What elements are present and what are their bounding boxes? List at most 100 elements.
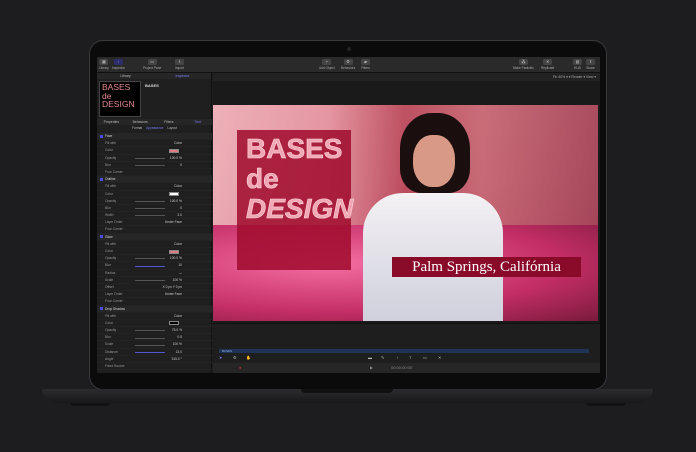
library-button[interactable]: ▦ Library (99, 59, 109, 70)
param-value[interactable]: 100.0 % (170, 155, 182, 162)
param-value[interactable]: 100 % (173, 341, 182, 348)
param-value[interactable]: 315.0 ° (172, 356, 183, 363)
param-slider[interactable] (135, 344, 165, 346)
param-slider[interactable] (135, 258, 165, 260)
param-value[interactable]: 75.0 % (172, 327, 182, 334)
hud-button[interactable]: ▤ HUD (573, 59, 582, 70)
tab-filters[interactable]: Filters (155, 119, 184, 125)
param-row[interactable]: Color (97, 147, 212, 155)
param-value[interactable]: 13.0 (176, 349, 182, 356)
param-row[interactable]: Scale 100 % (97, 277, 212, 284)
param-slider[interactable] (135, 157, 165, 159)
param-row[interactable]: Blur 0 (97, 205, 212, 213)
param-slider[interactable] (135, 265, 165, 267)
param-row[interactable]: Color (97, 248, 212, 256)
checkbox[interactable] (100, 177, 103, 181)
play-icon[interactable]: ▶ (370, 363, 373, 373)
param-row[interactable]: Layer Order Under Face (97, 291, 212, 299)
param-row[interactable]: Fill with Color (97, 140, 212, 148)
param-value[interactable]: Under Face (165, 291, 182, 298)
checkbox[interactable] (100, 134, 103, 138)
param-row[interactable]: Face (97, 133, 212, 141)
param-value[interactable]: 10 (178, 262, 182, 269)
param-slider[interactable] (135, 208, 165, 209)
pen-tool-icon[interactable]: ✎ (381, 355, 384, 360)
make-particles-button[interactable]: ⁂ Make Particles (513, 59, 534, 70)
text-tool-icon[interactable]: T (409, 355, 411, 360)
param-row[interactable]: Opacity 75.0 % (97, 327, 212, 335)
param-value[interactable]: Color (174, 241, 182, 248)
hand-icon[interactable]: ✋ (246, 355, 251, 360)
view-options-bar[interactable]: Fit: 60% ▾ ▾ Render ▾ View ▾ (213, 73, 600, 81)
timeline-track-bases[interactable]: BASES (219, 349, 589, 353)
param-row[interactable]: Blur 10 (97, 262, 212, 270)
param-slider[interactable] (135, 215, 165, 216)
param-row[interactable]: Color (97, 320, 212, 328)
close-icon[interactable]: ✕ (438, 355, 441, 360)
param-row[interactable]: Fixed Source (97, 363, 212, 371)
param-slider[interactable] (135, 280, 165, 281)
record-icon[interactable]: ● (239, 363, 241, 373)
param-row[interactable]: Fill with Color (97, 313, 212, 320)
color-swatch[interactable] (169, 192, 179, 197)
param-value[interactable]: 0 (180, 205, 182, 212)
rectangle-tool-icon[interactable]: ▬ (368, 355, 372, 360)
tab-behaviors[interactable]: Behaviors (126, 119, 155, 125)
param-row[interactable]: Four Corner (97, 298, 212, 306)
mask-tool-icon[interactable]: ▭ (423, 355, 427, 360)
param-slider[interactable] (135, 330, 165, 331)
param-value[interactable]: 100.0 % (170, 255, 182, 262)
share-button[interactable]: ⇧ Share (586, 59, 595, 70)
param-slider[interactable] (135, 165, 165, 166)
select-tool-icon[interactable]: ➤ (219, 355, 222, 360)
gear-icon[interactable]: ⚙ (233, 355, 237, 360)
param-value[interactable]: 100.0 % (170, 198, 182, 205)
param-row[interactable]: Blur 0.5 (97, 334, 212, 342)
param-row[interactable]: Radius — (97, 270, 212, 277)
param-row[interactable]: Color (97, 191, 212, 198)
param-row[interactable]: Outline (97, 176, 212, 184)
param-value[interactable]: X 0 px Y 0 px (163, 284, 183, 291)
param-row[interactable]: Fill with Color (97, 241, 212, 248)
param-value[interactable]: Color (174, 313, 182, 320)
param-row[interactable]: Glow (97, 233, 212, 241)
param-slider[interactable] (135, 200, 165, 202)
behaviors-button[interactable]: ⚙ Behaviors (341, 59, 355, 70)
tab-properties[interactable]: Properties (97, 119, 126, 125)
param-row[interactable]: Opacity 100.0 % (97, 198, 212, 205)
paint-tool-icon[interactable]: / (397, 355, 398, 360)
segment-appearance[interactable]: Appearance (146, 126, 163, 130)
param-row[interactable]: Offset X 0 px Y 0 px (97, 284, 212, 292)
param-row[interactable]: Four Corner (97, 226, 212, 234)
import-button[interactable]: ⇩ Import (175, 59, 184, 70)
param-row[interactable]: Distance 13.0 (97, 349, 212, 356)
param-value[interactable]: Under Face (165, 219, 182, 226)
title-card[interactable]: BASES de DESIGN (237, 130, 354, 270)
param-row[interactable]: Opacity 100.0 % (97, 155, 212, 162)
add-object-button[interactable]: + Add Object (319, 59, 335, 70)
inspector-button[interactable]: i Inspector (112, 59, 125, 70)
param-value[interactable]: Color (174, 183, 182, 190)
param-row[interactable]: Drop Shadow (97, 305, 212, 313)
param-row[interactable]: Fill with Color (97, 183, 212, 191)
param-value[interactable]: — (179, 270, 182, 277)
param-row[interactable]: Angle 315.0 ° (97, 356, 212, 363)
param-row[interactable]: Scale 100 % (97, 341, 212, 349)
segment-format[interactable]: Format (132, 126, 142, 130)
location-caption[interactable]: Palm Springs, Califórnia (392, 257, 581, 277)
tab-text[interactable]: Text (183, 119, 212, 125)
param-slider[interactable] (135, 351, 165, 353)
param-value[interactable]: 0.5 (177, 334, 182, 341)
param-row[interactable]: Width 3.0 (97, 212, 212, 220)
tab-inspector[interactable]: Inspector (154, 73, 211, 79)
segment-layout[interactable]: Layout (167, 126, 177, 130)
color-swatch[interactable] (169, 148, 179, 153)
param-row[interactable]: Layer Order Under Face (97, 219, 212, 227)
param-value[interactable]: 0 (180, 162, 182, 169)
color-swatch[interactable] (169, 321, 179, 326)
project-pane-button[interactable]: ▭ Project Pane (143, 59, 161, 70)
param-row[interactable]: Blur 0 (97, 162, 212, 169)
param-row[interactable]: Four Corner (97, 169, 212, 177)
param-slider[interactable] (135, 337, 165, 339)
checkbox[interactable] (100, 307, 103, 311)
